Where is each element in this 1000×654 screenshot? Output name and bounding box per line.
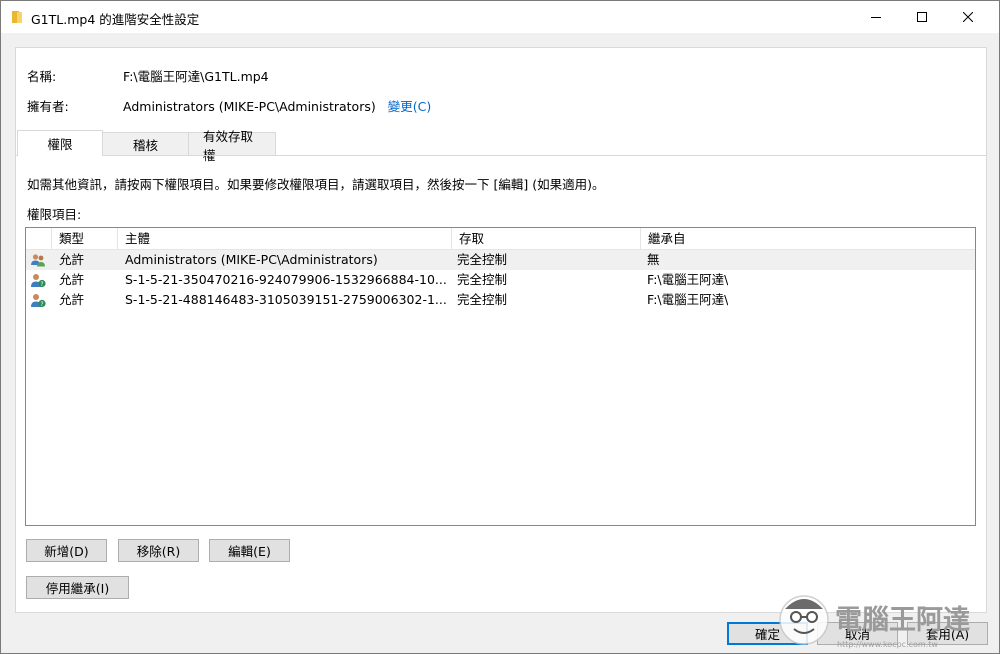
row-inherited-from: F:\電腦王阿達\ [647,292,729,307]
row-inherited-from: F:\電腦王阿達\ [647,272,729,287]
window-title: G1TL.mp4 的進階安全性設定 [31,12,200,27]
watermark-brand-text: 電腦王阿達 [835,605,970,636]
close-icon [963,12,973,22]
folder-icon [12,11,22,23]
row-access: 完全控制 [457,272,508,287]
name-value: F:\電腦王阿達\G1TL.mp4 [123,69,269,84]
row-type: 允許 [59,252,85,267]
column-header-principal[interactable]: 主體 [118,228,452,250]
table-row[interactable]: ? 允許 S-1-5-21-488146483-3105039151-27590… [26,290,975,310]
minimize-button[interactable] [853,1,899,33]
column-header-access[interactable]: 存取 [452,228,641,250]
minimize-icon [871,17,881,18]
tab-divider [16,155,986,156]
row-inherited-from: 無 [647,252,660,267]
add-button[interactable]: 新增(D) [26,539,107,562]
column-header-type[interactable]: 類型 [52,228,118,250]
unknown-user-icon: ? [31,274,46,288]
group-users-icon [31,254,45,267]
row-access: 完全控制 [457,252,508,267]
row-type: 允許 [59,272,85,287]
title-bar: G1TL.mp4 的進階安全性設定 [1,1,999,33]
tab-auditing[interactable]: 稽核 [102,132,189,156]
column-header-inherited-from[interactable]: 繼承自 [641,228,975,250]
close-button[interactable] [945,1,991,33]
permission-entries-label: 權限項目: [27,207,82,222]
maximize-button[interactable] [899,1,945,33]
row-access: 完全控制 [457,292,508,307]
permission-entries-list[interactable]: 類型 主體 存取 繼承自 允許 Administrators (MIKE-PC\… [25,227,976,526]
owner-value: Administrators (MIKE-PC\Administrators) [123,99,376,114]
table-row[interactable]: 允許 Administrators (MIKE-PC\Administrator… [26,250,975,270]
column-header-icon[interactable] [26,228,52,250]
row-type: 允許 [59,292,85,307]
name-label: 名稱: [27,69,57,84]
change-owner-link[interactable]: 變更(C) [388,99,431,114]
remove-button[interactable]: 移除(R) [118,539,199,562]
watermark-url-text: http://www.kocpc.com.tw [837,640,938,649]
maximize-icon [917,12,927,22]
svg-text:?: ? [40,281,43,288]
kocpc-watermark-logo: 電腦王阿達 http://www.kocpc.com.tw [779,595,970,649]
advanced-security-dialog: G1TL.mp4 的進階安全性設定 名稱: F:\電腦王阿達\G1TL.mp4 … [0,0,1000,654]
dialog-content: 名稱: F:\電腦王阿達\G1TL.mp4 擁有者: Administrator… [15,47,987,613]
owner-label: 擁有者: [27,99,69,114]
info-text: 如需其他資訊，請按兩下權限項目。如果要修改權限項目，請選取項目，然後按一下 [編… [27,177,605,192]
unknown-user-icon: ? [31,294,46,308]
tab-strip: 權限 稽核 有效存取權 [17,129,276,163]
edit-button[interactable]: 編輯(E) [209,539,290,562]
row-principal: S-1-5-21-350470216-924079906-1532966884-… [125,272,447,287]
svg-text:?: ? [40,301,43,308]
tab-effective-access[interactable]: 有效存取權 [188,129,276,163]
tab-permissions[interactable]: 權限 [17,130,103,156]
owner-row: Administrators (MIKE-PC\Administrators) 變… [123,96,431,115]
list-header: 類型 主體 存取 繼承自 [26,228,975,250]
row-principal: S-1-5-21-488146483-3105039151-2759006302… [125,292,447,307]
disable-inheritance-button[interactable]: 停用繼承(I) [26,576,129,599]
table-row[interactable]: ? 允許 S-1-5-21-350470216-924079906-153296… [26,270,975,290]
row-principal: Administrators (MIKE-PC\Administrators) [125,252,378,267]
